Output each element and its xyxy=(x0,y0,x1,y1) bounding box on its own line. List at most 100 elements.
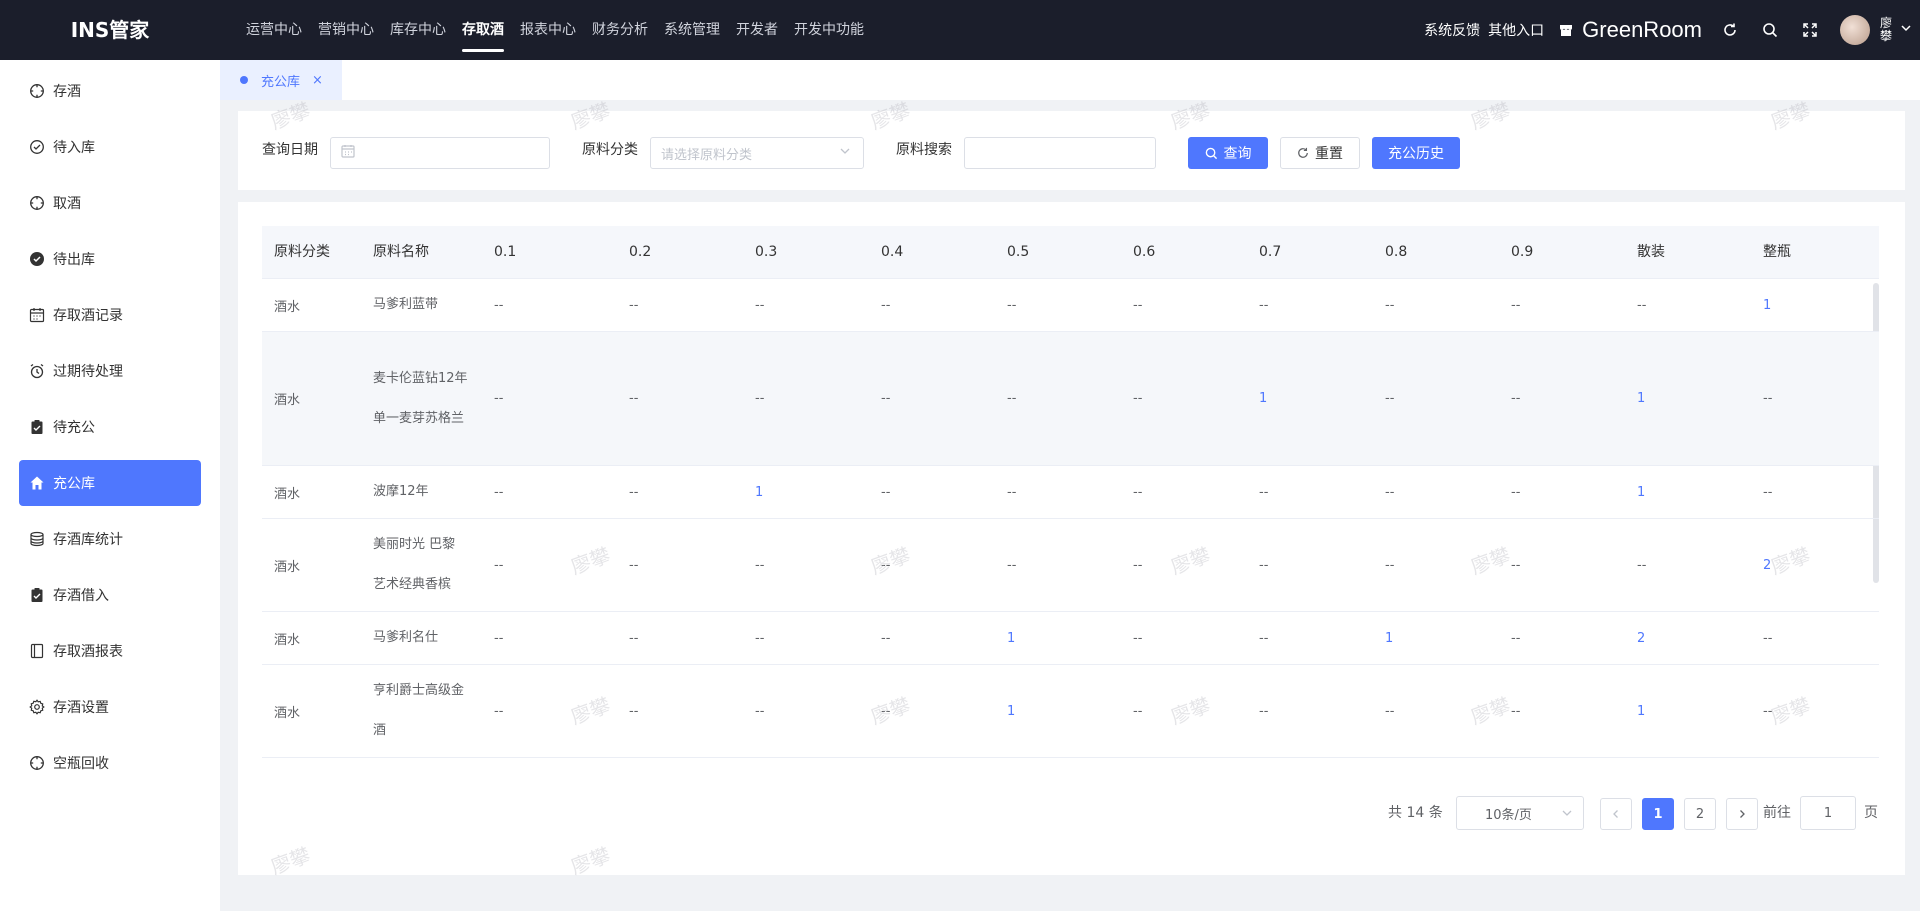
feedback-link[interactable]: 系统反馈 xyxy=(1424,20,1480,40)
quantity-cell: -- xyxy=(1763,703,1773,719)
sidebar-item-label: 充公库 xyxy=(53,476,95,492)
report-icon xyxy=(29,643,45,659)
reset-button[interactable]: 重置 xyxy=(1280,137,1360,169)
sidebar-item-label: 过期待处理 xyxy=(53,364,123,380)
sidebar-item[interactable]: 取酒 xyxy=(19,180,201,226)
sidebar-item[interactable]: 过期待处理 xyxy=(19,348,201,394)
store-name[interactable]: GreenRoom xyxy=(1582,17,1702,43)
goto-page-input[interactable]: 1 xyxy=(1800,796,1856,830)
sidebar-item[interactable]: 存酒 xyxy=(19,68,201,114)
quantity-cell[interactable]: 1 xyxy=(1259,332,1267,465)
page-button-2[interactable]: 2 xyxy=(1684,798,1716,830)
quantity-cell[interactable]: 1 xyxy=(1007,612,1015,664)
top-bar: INS管家 运营中心 营销中心 库存中心 存取酒 报表中心 财务分析 系统管理 开发者 开发中功… xyxy=(0,0,1920,60)
quantity-cell: -- xyxy=(881,297,891,313)
column-header: 0.6 xyxy=(1133,244,1156,260)
quantity-cell: -- xyxy=(1259,557,1269,573)
date-picker[interactable] xyxy=(330,137,550,169)
quantity-cell[interactable]: 1 xyxy=(1637,466,1645,518)
search-input-field[interactable] xyxy=(975,145,1155,161)
compass-icon xyxy=(29,195,45,211)
page-size-select[interactable]: 10条/页 xyxy=(1456,796,1584,830)
column-header: 0.4 xyxy=(881,244,904,260)
quantity-cell[interactable]: 1 xyxy=(1007,665,1015,757)
quantity-cell: -- xyxy=(1259,297,1269,313)
query-button[interactable]: 查询 xyxy=(1188,137,1268,169)
quantity-cell: -- xyxy=(1133,703,1143,719)
refresh-icon[interactable] xyxy=(1720,20,1740,40)
quantity-cell[interactable]: 1 xyxy=(1763,279,1771,331)
avatar[interactable] xyxy=(1840,15,1870,45)
column-header: 0.5 xyxy=(1007,244,1030,260)
top-nav-item[interactable]: 报表中心 xyxy=(512,0,584,60)
top-nav-item[interactable]: 财务分析 xyxy=(584,0,656,60)
category-cell: 酒水 xyxy=(274,486,301,502)
sidebar-item[interactable]: 存酒设置 xyxy=(19,684,201,730)
sidebar-item[interactable]: 存取酒记录 xyxy=(19,292,201,338)
search-icon[interactable] xyxy=(1760,20,1780,40)
table-row[interactable]: 酒水 马爹利名仕 -- -- -- -- 1 -- -- 1 -- 2 -- xyxy=(262,612,1879,665)
clipboard-icon xyxy=(29,587,45,603)
top-nav-item[interactable]: 存取酒 xyxy=(454,0,512,60)
top-nav-item[interactable]: 运营中心 xyxy=(238,0,310,60)
table-row[interactable]: 酒水 波摩12年 -- -- 1 -- -- -- -- -- -- 1 -- xyxy=(262,466,1879,519)
table-row[interactable]: 酒水 美丽时光 巴黎艺术经典香槟 -- -- -- -- -- -- -- -- -- -- 2 xyxy=(262,519,1879,612)
next-page-button[interactable] xyxy=(1726,798,1758,830)
sidebar-item[interactable]: 存取酒报表 xyxy=(19,628,201,674)
quantity-cell[interactable]: 2 xyxy=(1763,519,1771,611)
sidebar-item-label: 空瓶回收 xyxy=(53,756,109,772)
sidebar-item[interactable]: 存酒库统计 xyxy=(19,516,201,562)
chevron-down-icon xyxy=(1561,807,1573,823)
top-nav-item[interactable]: 系统管理 xyxy=(656,0,728,60)
quantity-cell[interactable]: 1 xyxy=(755,466,763,518)
table-row[interactable]: 酒水 马爹利蓝带 -- -- -- -- -- -- -- -- -- -- 1 xyxy=(262,279,1879,332)
table-row[interactable]: 酒水 麦卡伦蓝钻12年单一麦芽苏格兰 -- -- -- -- -- -- 1 -- -- 1 -- xyxy=(262,332,1879,466)
tab-confiscated-store[interactable]: 充公库 × xyxy=(220,60,342,100)
history-button[interactable]: 充公历史 xyxy=(1372,137,1460,169)
quantity-cell: -- xyxy=(1763,630,1773,646)
search-label: 原料搜索 xyxy=(896,142,952,158)
quantity-cell[interactable]: 1 xyxy=(1637,665,1645,757)
sidebar-item[interactable]: 存酒借入 xyxy=(19,572,201,618)
sidebar-item[interactable]: 待入库 xyxy=(19,124,201,170)
top-nav-item[interactable]: 库存中心 xyxy=(382,0,454,60)
chevron-down-icon xyxy=(839,145,851,161)
quantity-cell: -- xyxy=(881,630,891,646)
quantity-cell: -- xyxy=(1133,297,1143,313)
table-row[interactable]: 酒水 亨利爵士高级金酒 -- -- -- -- 1 -- -- -- -- 1 -- xyxy=(262,665,1879,758)
page-size-value: 10条/页 xyxy=(1485,807,1532,823)
app-logo[interactable]: INS管家 xyxy=(0,0,220,60)
quantity-cell: -- xyxy=(1133,557,1143,573)
quantity-cell[interactable]: 1 xyxy=(1637,332,1645,465)
sidebar-item-label: 存取酒记录 xyxy=(53,308,123,324)
quantity-cell: -- xyxy=(1385,557,1395,573)
quantity-cell: -- xyxy=(1007,484,1017,500)
table-panel: 原料分类 原料名称 0.1 0.2 0.3 0.4 0.5 0.6 0.7 0.8 0.9 散装 整瓶 … xyxy=(238,202,1905,875)
quantity-cell[interactable]: 2 xyxy=(1637,612,1645,664)
chevron-down-icon[interactable] xyxy=(1900,22,1912,38)
quantity-cell: -- xyxy=(1511,557,1521,573)
quantity-cell: -- xyxy=(1133,391,1143,406)
username[interactable]: 廖攀 xyxy=(1878,17,1894,43)
sidebar-item[interactable]: 待充公 xyxy=(19,404,201,450)
sidebar-item[interactable]: 待出库 xyxy=(19,236,201,282)
fullscreen-icon[interactable] xyxy=(1800,20,1820,40)
quantity-cell: -- xyxy=(1259,703,1269,719)
search-input[interactable] xyxy=(964,137,1156,169)
sidebar-item[interactable]: 充公库 xyxy=(19,460,201,506)
quantity-cell[interactable]: 1 xyxy=(1385,612,1393,664)
page-button-1[interactable]: 1 xyxy=(1642,798,1674,830)
alarm-icon xyxy=(29,363,45,379)
top-nav-item[interactable]: 开发中功能 xyxy=(786,0,872,60)
close-icon[interactable]: × xyxy=(312,73,323,88)
store-icon xyxy=(1558,22,1574,38)
column-header: 0.8 xyxy=(1385,244,1408,260)
top-nav-item[interactable]: 营销中心 xyxy=(310,0,382,60)
other-entry-link[interactable]: 其他入口 xyxy=(1488,20,1544,40)
sidebar-item[interactable]: 空瓶回收 xyxy=(19,740,201,786)
sidebar: 存酒待入库取酒待出库存取酒记录过期待处理待充公充公库存酒库统计存酒借入存取酒报表… xyxy=(0,60,220,911)
top-nav-item[interactable]: 开发者 xyxy=(728,0,786,60)
category-select[interactable]: 请选择原料分类 xyxy=(650,137,864,169)
quantity-cell: -- xyxy=(1007,297,1017,313)
prev-page-button[interactable] xyxy=(1600,798,1632,830)
